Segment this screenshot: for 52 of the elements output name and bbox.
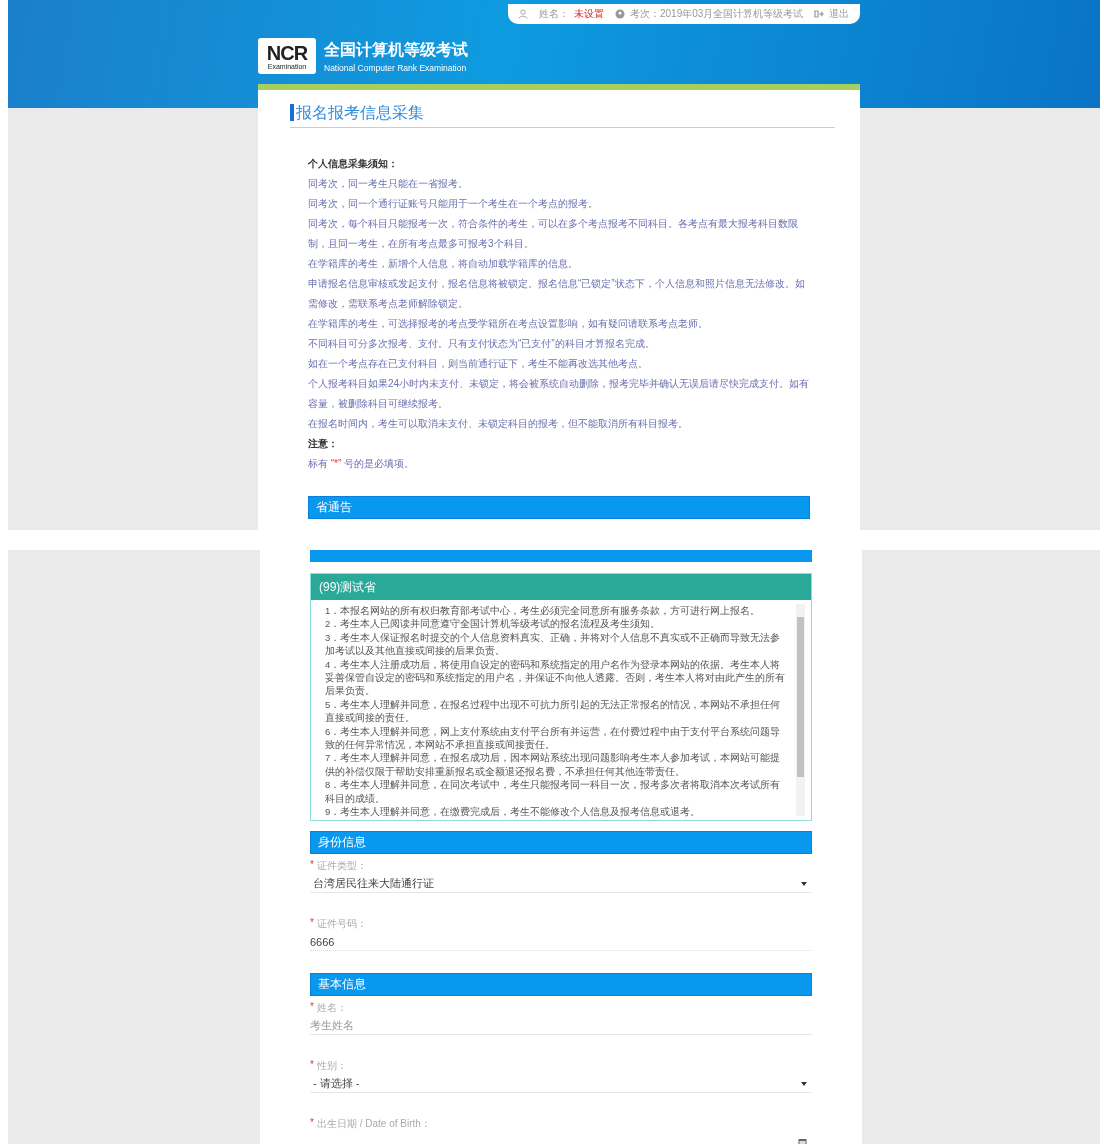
field-label: 性别： [316, 1059, 347, 1073]
required-asterisk: * [310, 917, 314, 930]
required-asterisk: * [310, 1001, 314, 1014]
notice-heading: 个人信息采集须知： [308, 157, 399, 171]
scrollbar[interactable] [796, 604, 805, 816]
site-title: 全国计算机等级考试 [324, 39, 468, 60]
logout-icon [814, 9, 825, 19]
dropdown-caret-icon [801, 881, 807, 886]
terms-item: 5．考生本人理解并同意，在报名过程中出现不可抗力所引起的无法正常报名的情况，本网站不承担任何直接或间接的责任。 [325, 697, 782, 725]
notice-item: 不同科目可分多次报考、支付。只有支付状态为“已支付”的科目才算报名完成。 [308, 337, 656, 351]
required-asterisk: * [310, 1117, 314, 1130]
notice-item: 在学籍库的考生，新增个人信息，将自动加载学籍库的信息。 [308, 257, 579, 271]
user-name-value: 未设置 [574, 7, 604, 21]
calendar-icon[interactable] [798, 1137, 807, 1144]
notice-item: 申请报名信息审核或发起支付，报名信息将被锁定。报名信息“已锁定”状态下，个人信息和照片信息无法修改。如需修改，需联系考点老师解除锁定。 [308, 277, 806, 311]
field-label: 证件号码： [316, 917, 367, 931]
notice-item: 个人报考科目如果24小时内未支付、未锁定，将会被系统自动删除，报考完毕并确认无误后请尽快完成支付。如有容量，被删除科目可继续报考。 [308, 377, 810, 411]
field-label: 出生日期 / Date of Birth： [316, 1117, 431, 1131]
required-asterisk: * [310, 859, 314, 872]
field-label: 证件类型： [316, 859, 367, 873]
notice-item: 在报名时间内，考生可以取消未支付、未锁定科目的报考，但不能取消所有科目报考。 [308, 417, 689, 431]
select-field[interactable]: - 请选择 - [310, 1075, 812, 1093]
page-title: 报名报考信息采集 [290, 104, 835, 121]
input-field[interactable]: 6666 [310, 933, 812, 951]
terms-item: 6．考生本人理解并同意，网上支付系统由支付平台所有并运营，在付费过程中由于支付平台系统问题导致的任何异常情况，本网站不承担直接或间接责任。 [325, 724, 782, 752]
required-note: 标有 “*” 号的是必填项。 [308, 457, 416, 471]
terms-item: 9．考生本人理解并同意，在缴费完成后，考生不能修改个人信息及报考信息或退考。 [325, 805, 702, 817]
note-heading: 注意： [308, 437, 339, 451]
select-field[interactable]: 台湾居民往来大陆通行证 [310, 875, 812, 893]
terms-item: 2．考生本人已阅读并同意遵守全国计算机等级考试的报名流程及考生须知。 [325, 617, 662, 631]
notice-item: 同考次，同一考生只能在一省报考。 [308, 177, 469, 191]
required-asterisk: * [310, 1059, 314, 1072]
terms-item: 4．考生本人注册成功后，将使用自设定的密码和系统指定的用户名作为登录本网站的依据。考生本人将妥善保管自设定的密码和系统指定的用户名，并保证不向他人透露。否则，考生本人将对由此产生的所有后果负责。 [325, 657, 786, 698]
terms-item: 1．本报名网站的所有权归教育部考试中心，考生必须完全同意所有服务条款，方可进行网上报名。 [325, 604, 762, 618]
province-title: (99)测试省 [311, 574, 811, 600]
notice-item: 同考次，同一个通行证账号只能用于一个考生在一个考点的报考。 [308, 197, 599, 211]
dropdown-caret-icon [801, 1081, 807, 1086]
section-header: 基本信息 [310, 973, 812, 996]
user-name-label: 姓名： [539, 7, 569, 21]
field-label: 姓名： [316, 1001, 347, 1015]
terms-item: 7．考生本人理解并同意，在报名成功后，因本网站系统出现问题影响考生本人参加考试，本网站可能提供的补偿仅限于帮助安排重新报名或全额退还报名费，不承担任何其他连带责任。 [325, 751, 782, 779]
section-header: 身份信息 [310, 831, 812, 854]
user-icon [518, 9, 528, 19]
notice-item: 如在一个考点存在已支付科目，则当前通行证下，考生不能再改选其他考点。 [308, 357, 649, 371]
terms-item: 3．考生本人保证报名时提交的个人信息资料真实、正确，并将对个人信息不真实或不正确而导致无法参加考试以及其他直接或间接的后果负责。 [325, 630, 782, 658]
site-subtitle: National Computer Rank Examination [324, 62, 468, 73]
notice-item: 同考次，每个科目只能报考一次，符合条件的考生，可以在多个考点报考不同科目。各考点有最大报考科目数限制，且同一考生，在所有考点最多可报考3个科目。 [308, 217, 799, 251]
terms-item: 8．考生本人理解并同意，在同次考试中，考生只能报考同一科目一次，报考多次者将取消本次考试所有科目的成绩。 [325, 778, 782, 806]
exam-session: 考次：2019年03月全国计算机等级考试 [630, 7, 804, 21]
section-header: 省通告 [308, 496, 810, 519]
exam-icon [615, 9, 625, 19]
notice-item: 在学籍库的考生，可选择报考的考点受学籍所在考点设置影响，如有疑问请联系考点老师。 [308, 317, 709, 331]
